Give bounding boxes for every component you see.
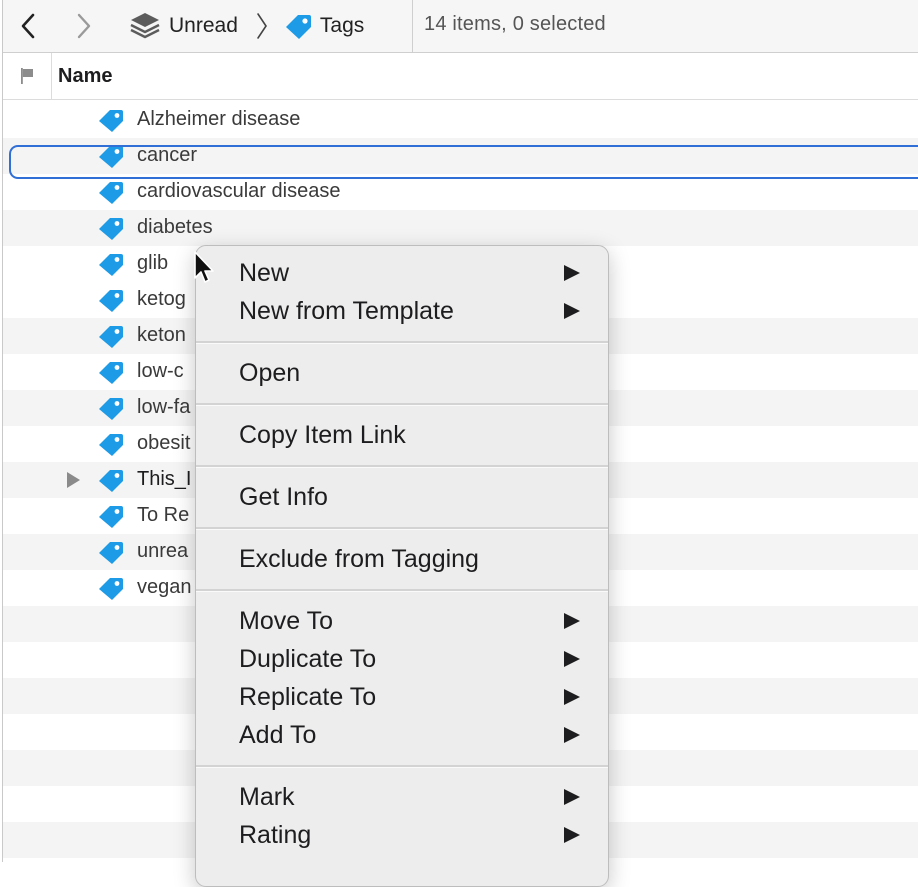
menu-item-label: Move To [239, 607, 334, 635]
menu-separator [196, 465, 608, 468]
selection-outline [9, 145, 918, 179]
breadcrumb-separator [256, 12, 268, 40]
chevron-right-icon [77, 13, 91, 39]
menu-item-rating[interactable]: Rating [196, 816, 608, 854]
submenu-arrow-icon [564, 689, 580, 705]
tag-icon [99, 182, 123, 204]
chevron-right-icon [257, 13, 267, 39]
submenu-arrow-icon [564, 613, 580, 629]
column-header-name[interactable]: Name [58, 65, 112, 88]
status-text: 14 items, 0 selected [424, 13, 606, 35]
row-label: unrea [137, 540, 189, 562]
context-menu: New New from Template Open Copy Item Lin… [195, 245, 609, 887]
menu-item-mark[interactable]: Mark [196, 778, 608, 816]
menu-separator [196, 765, 608, 768]
breadcrumb-label: Unread [169, 14, 238, 37]
flag-icon [21, 68, 33, 84]
row-label: glib [137, 252, 169, 274]
tag-icon [285, 15, 311, 39]
tag-icon [99, 362, 123, 384]
menu-item-get-info[interactable]: Get Info [196, 478, 608, 516]
menu-item-label: Duplicate To [239, 645, 377, 673]
flag-column-header[interactable] [3, 53, 52, 99]
submenu-arrow-icon [564, 789, 580, 805]
tag-icon [99, 542, 123, 564]
row-label: Alzheimer disease [137, 108, 301, 130]
menu-item-label: Rating [239, 821, 312, 849]
layers-icon [130, 13, 160, 39]
submenu-arrow-icon [564, 265, 580, 281]
forward-button[interactable] [69, 8, 99, 44]
table-row[interactable]: Alzheimer disease [3, 102, 918, 138]
tag-icon [99, 254, 123, 276]
menu-item-label: Replicate To [239, 683, 377, 711]
menu-item-label: New from Template [239, 297, 454, 325]
tag-icon [99, 110, 123, 132]
menu-separator [196, 341, 608, 344]
submenu-arrow-icon [564, 303, 580, 319]
menu-item-label: Mark [239, 783, 295, 811]
menu-item-new[interactable]: New [196, 254, 608, 292]
tag-icon [99, 218, 123, 240]
row-label: keton [137, 324, 186, 346]
tag-icon [99, 326, 123, 348]
menu-item-new-from-template[interactable]: New from Template [196, 292, 608, 330]
submenu-arrow-icon [564, 827, 580, 843]
chevron-left-icon [21, 13, 35, 39]
toolbar-divider [412, 0, 413, 52]
tag-icon [99, 290, 123, 312]
row-label: cardiovascular disease [137, 180, 341, 202]
tag-icon [99, 506, 123, 528]
row-label: low-fa [137, 396, 191, 418]
row-label: obesit [137, 432, 191, 454]
row-label: vegan [137, 576, 192, 598]
menu-separator [196, 527, 608, 530]
menu-item-exclude-from-tagging[interactable]: Exclude from Tagging [196, 540, 608, 578]
table-row[interactable]: diabetes [3, 210, 918, 246]
table-row[interactable]: cardiovascular disease [3, 174, 918, 210]
back-button[interactable] [13, 8, 43, 44]
disclosure-triangle-icon[interactable] [67, 472, 80, 488]
tag-icon [99, 398, 123, 420]
breadcrumb-item-unread[interactable]: Unread [129, 11, 238, 41]
mouse-pointer-icon [194, 251, 214, 283]
row-label: diabetes [137, 216, 213, 238]
menu-item-label: Open [239, 359, 301, 387]
menu-item-label: Exclude from Tagging [239, 545, 479, 573]
tag-icon [99, 470, 123, 492]
row-label: ketog [137, 288, 186, 310]
menu-item-label: Add To [239, 721, 317, 749]
row-label: low-c [137, 360, 184, 382]
menu-item-add-to[interactable]: Add To [196, 716, 608, 754]
menu-item-replicate-to[interactable]: Replicate To [196, 678, 608, 716]
menu-item-label: Get Info [239, 483, 328, 511]
submenu-arrow-icon [564, 651, 580, 667]
breadcrumb-label: Tags [319, 14, 365, 37]
menu-item-open[interactable]: Open [196, 354, 608, 392]
menu-separator [196, 403, 608, 406]
toolbar: Unread Tags 14 items, 0 selected [3, 0, 918, 53]
breadcrumb-item-tags[interactable]: Tags [284, 13, 364, 39]
submenu-arrow-icon [564, 727, 580, 743]
menu-item-label: Copy Item Link [239, 421, 406, 449]
menu-item-duplicate-to[interactable]: Duplicate To [196, 640, 608, 678]
row-label: To Re [137, 504, 190, 526]
menu-item-move-to[interactable]: Move To [196, 602, 608, 640]
table-header: Name [3, 53, 918, 100]
menu-separator [196, 589, 608, 592]
tag-icon [99, 434, 123, 456]
tag-icon [99, 578, 123, 600]
menu-item-label: New [239, 259, 290, 287]
breadcrumb: Unread Tags [129, 0, 364, 52]
row-label: This_I [137, 468, 192, 490]
menu-item-copy-item-link[interactable]: Copy Item Link [196, 416, 608, 454]
